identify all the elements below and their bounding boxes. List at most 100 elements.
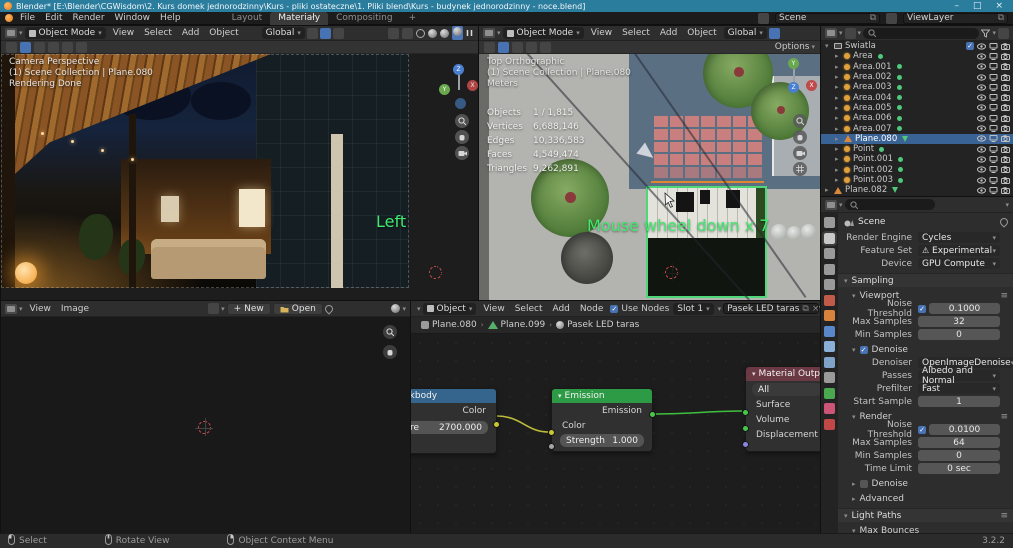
vpl-menu-select[interactable]: Select bbox=[139, 28, 177, 38]
snap-magnet-icon[interactable] bbox=[769, 28, 780, 39]
property-checkbox[interactable]: ✓ bbox=[918, 305, 926, 313]
hide-render-icon[interactable] bbox=[1001, 94, 1010, 101]
shader-menu-view[interactable]: View bbox=[478, 304, 509, 314]
hide-render-icon[interactable] bbox=[1001, 115, 1010, 122]
workspace-tab-layout[interactable]: Layout bbox=[224, 12, 271, 25]
socket-displacement-input[interactable] bbox=[742, 441, 749, 448]
editor-type-icon[interactable] bbox=[825, 28, 837, 38]
expand-arrow-icon[interactable]: ▸ bbox=[835, 63, 844, 71]
hide-eye-icon[interactable] bbox=[977, 63, 986, 70]
property-value-feature-set[interactable]: ⚠ Experimental▾ bbox=[918, 245, 1000, 256]
hide-viewport-icon[interactable] bbox=[989, 43, 998, 50]
hide-render-icon[interactable] bbox=[1001, 156, 1010, 163]
property-value-noise-threshold[interactable]: 0.0100 bbox=[929, 424, 1000, 435]
hide-viewport-icon[interactable] bbox=[989, 177, 998, 184]
use-nodes-checkbox[interactable]: ✓Use Nodes bbox=[610, 304, 669, 314]
properties-tab-render[interactable] bbox=[824, 233, 835, 244]
topbar-menu-file[interactable]: File bbox=[15, 13, 40, 23]
shader-menu-select[interactable]: Select bbox=[510, 304, 548, 314]
hide-viewport-icon[interactable] bbox=[989, 135, 998, 142]
preset-menu-icon[interactable]: ≡ bbox=[1000, 412, 1008, 422]
tool-tweak-icon[interactable] bbox=[498, 42, 509, 53]
properties-tab-particles[interactable] bbox=[824, 341, 835, 352]
hide-viewport-icon[interactable] bbox=[989, 53, 998, 60]
shading-material-icon[interactable] bbox=[440, 29, 449, 38]
hide-eye-icon[interactable] bbox=[977, 74, 986, 81]
shading-solid-icon[interactable] bbox=[428, 29, 437, 38]
topbar-menu-edit[interactable]: Edit bbox=[40, 13, 67, 23]
scene-selector[interactable]: Scene ⧉ bbox=[775, 13, 880, 24]
zoom-icon[interactable] bbox=[383, 325, 397, 339]
properties-tab-output[interactable] bbox=[824, 248, 835, 259]
hide-render-icon[interactable] bbox=[1001, 63, 1010, 70]
tool-move-icon[interactable] bbox=[526, 42, 537, 53]
viewport-top-canvas[interactable]: Top Orthographic (1) Scene Collection | … bbox=[479, 54, 820, 300]
expand-arrow-icon[interactable]: ▸ bbox=[835, 114, 844, 122]
hide-viewport-icon[interactable] bbox=[989, 104, 998, 111]
hide-eye-icon[interactable] bbox=[977, 53, 986, 60]
preset-menu-icon[interactable]: ≡ bbox=[1000, 291, 1008, 301]
outliner-row-swiatla[interactable]: ▾Swiatla✓ bbox=[821, 41, 1013, 51]
properties-tab-world[interactable] bbox=[824, 295, 835, 306]
mode-dropdown[interactable]: Object Mode▾ bbox=[503, 27, 584, 39]
filter-icon[interactable] bbox=[981, 29, 990, 38]
hide-render-icon[interactable] bbox=[1001, 177, 1010, 184]
breadcrumb-item[interactable]: Plane.099 bbox=[488, 320, 546, 330]
node-blackbody[interactable]: ▾Blackbody Color Temperature 2700.000 bbox=[411, 388, 497, 454]
outliner-row-point-001[interactable]: ▸Point.001 bbox=[821, 154, 1013, 164]
temperature-field[interactable]: Temperature 2700.000 bbox=[411, 421, 488, 434]
socket-color-input[interactable] bbox=[548, 429, 555, 436]
viewlayer-browse-icon[interactable] bbox=[886, 13, 897, 24]
panel-denoise[interactable]: ▸Denoise bbox=[838, 477, 1013, 490]
camera-view-icon[interactable] bbox=[793, 146, 807, 160]
socket-strength-input[interactable] bbox=[548, 443, 555, 450]
properties-tab-constraints[interactable] bbox=[824, 372, 835, 383]
blender-app-menu-icon[interactable] bbox=[5, 14, 13, 22]
panel-advanced[interactable]: ▸Advanced bbox=[838, 492, 1013, 505]
tool-mode-icon[interactable] bbox=[20, 42, 31, 53]
expand-arrow-icon[interactable]: ▾ bbox=[825, 42, 834, 50]
breadcrumb-item[interactable]: Plane.080 bbox=[421, 320, 477, 330]
pan-hand-icon[interactable] bbox=[455, 130, 469, 144]
gizmos-toggle-icon[interactable] bbox=[388, 28, 399, 39]
hide-render-icon[interactable] bbox=[1001, 74, 1010, 81]
workspace-tab-compositing[interactable]: Compositing bbox=[328, 12, 400, 25]
hide-viewport-icon[interactable] bbox=[989, 63, 998, 70]
tool-move-icon[interactable] bbox=[34, 42, 45, 53]
hide-viewport-icon[interactable] bbox=[989, 94, 998, 101]
material-unlink-icon[interactable]: × bbox=[812, 304, 820, 314]
panel-max-bounces[interactable]: ▾Max Bounces bbox=[838, 524, 1013, 533]
outliner-row-point-002[interactable]: ▸Point.002 bbox=[821, 165, 1013, 175]
outliner-row-area-001[interactable]: ▸Area.001 bbox=[821, 62, 1013, 72]
zoom-icon[interactable] bbox=[793, 114, 807, 128]
expand-arrow-icon[interactable]: ▸ bbox=[835, 94, 844, 102]
tool-transform-icon[interactable] bbox=[76, 42, 87, 53]
hide-eye-icon[interactable] bbox=[977, 156, 986, 163]
properties-search-input[interactable] bbox=[845, 199, 935, 210]
hide-eye-icon[interactable] bbox=[977, 115, 986, 122]
titlebar[interactable]: Blender* [E:\Blender\CGWisdom\2. Kurs do… bbox=[0, 0, 1013, 12]
hide-viewport-icon[interactable] bbox=[989, 187, 998, 194]
hide-viewport-icon[interactable] bbox=[989, 115, 998, 122]
topbar-menu-window[interactable]: Window bbox=[110, 13, 156, 23]
scene-browse-icon[interactable] bbox=[758, 13, 769, 24]
hide-viewport-icon[interactable] bbox=[989, 74, 998, 81]
viewlayer-selector[interactable]: ViewLayer ⧉ bbox=[903, 13, 1008, 24]
outliner-search-input[interactable] bbox=[863, 28, 979, 39]
vpt-menu-view[interactable]: View bbox=[586, 28, 617, 38]
hide-viewport-icon[interactable] bbox=[989, 84, 998, 91]
properties-tab-material[interactable] bbox=[824, 403, 835, 414]
hide-eye-icon[interactable] bbox=[977, 187, 986, 194]
hide-eye-icon[interactable] bbox=[977, 177, 986, 184]
panel-light-paths[interactable]: ▾Light Paths≡ bbox=[838, 508, 1013, 522]
property-value-min-samples[interactable]: 0 bbox=[918, 329, 1000, 340]
pause-render-button[interactable]: II bbox=[466, 29, 474, 38]
expand-arrow-icon[interactable]: ▸ bbox=[835, 125, 844, 133]
properties-tab-modifiers[interactable] bbox=[824, 326, 835, 337]
expand-arrow-icon[interactable]: ▸ bbox=[835, 166, 844, 174]
scene-copy-icon[interactable]: ⧉ bbox=[870, 13, 876, 23]
tool-select-icon[interactable] bbox=[484, 42, 495, 53]
socket-color-output[interactable] bbox=[493, 421, 500, 428]
tool-rotate-icon[interactable] bbox=[540, 42, 551, 53]
close-button[interactable]: × bbox=[995, 1, 1003, 11]
